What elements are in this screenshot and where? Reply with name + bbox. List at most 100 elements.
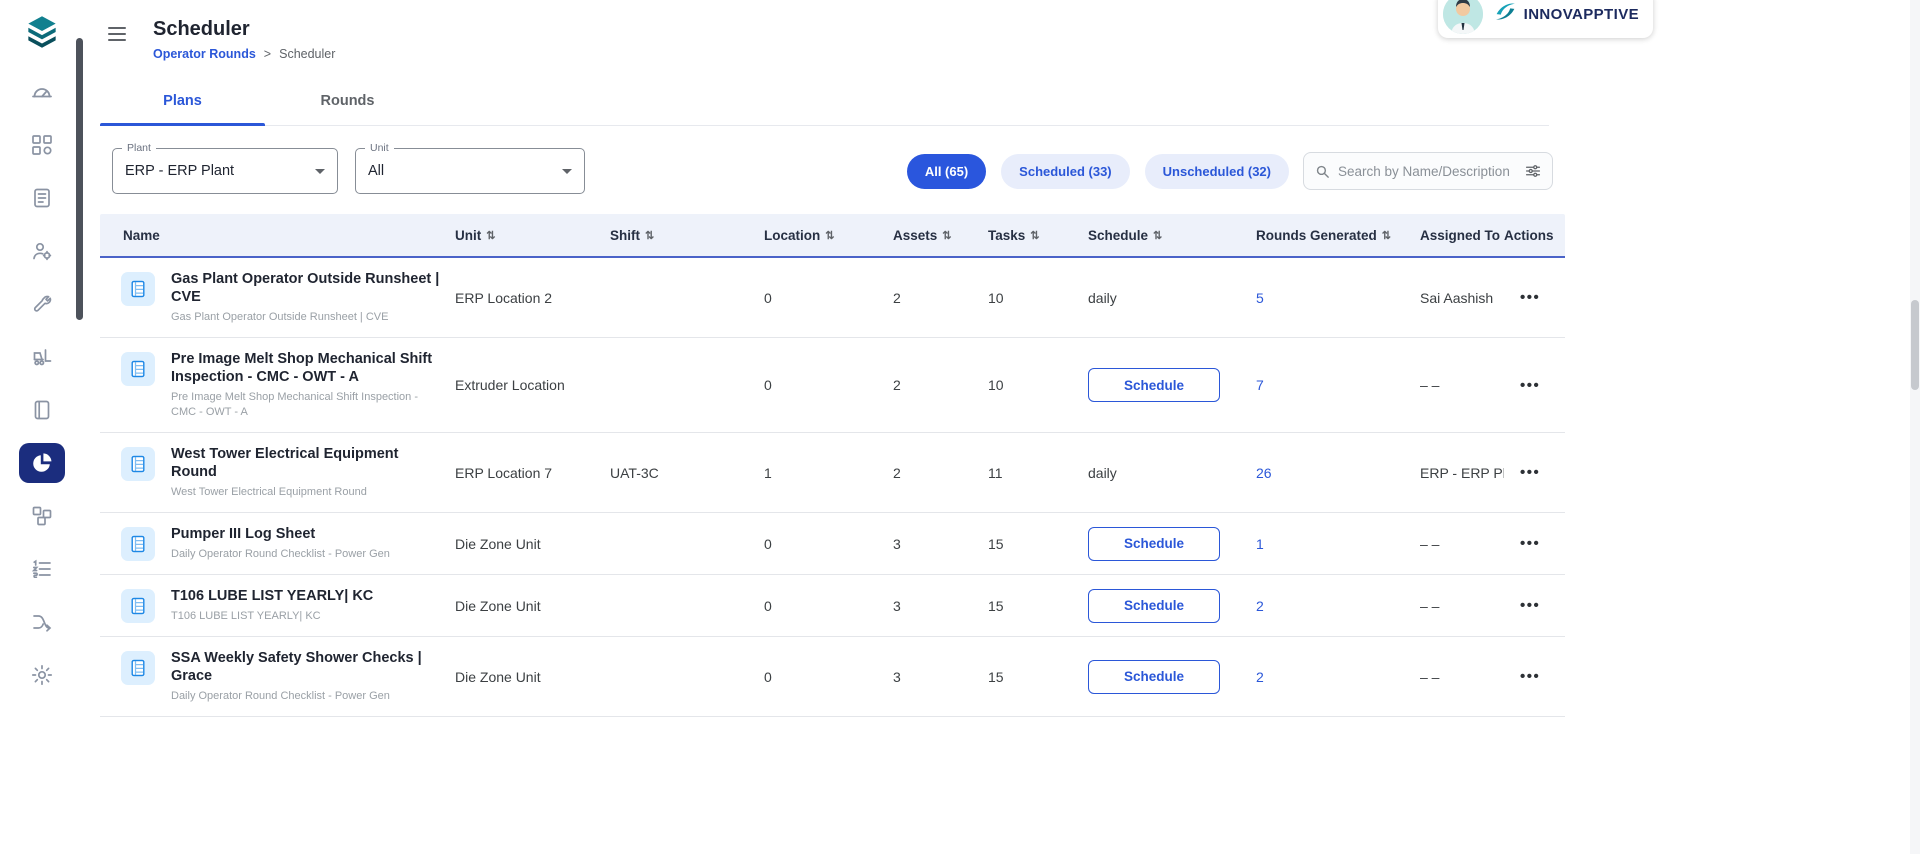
forklift-icon[interactable] [19,337,65,377]
sort-icon[interactable]: ⇅ [825,229,834,242]
column-header-actions: Actions [1504,228,1565,243]
tasks-cell: 11 [988,465,1088,481]
settings-gear-icon[interactable] [19,655,65,695]
filter-chip-unscheduled-32[interactable]: Unscheduled (32) [1145,154,1289,189]
workflow-icon[interactable] [19,602,65,642]
column-header-unit[interactable]: Unit⇅ [455,228,610,243]
search-icon [1314,163,1331,180]
round-name[interactable]: West Tower Electrical Equipment Round [171,445,443,481]
round-name[interactable]: SSA Weekly Safety Shower Checks | Grace [171,649,443,685]
column-header-rounds-generated[interactable]: Rounds Generated⇅ [1256,228,1420,243]
round-name[interactable]: Pre Image Melt Shop Mechanical Shift Ins… [171,350,443,386]
table-row: SSA Weekly Safety Shower Checks | Grace … [100,637,1565,717]
unit-select-label: Unit [365,142,394,154]
sort-icon[interactable]: ⇅ [645,229,654,242]
row-actions-menu[interactable]: ••• [1520,377,1540,394]
table-row: Pre Image Melt Shop Mechanical Shift Ins… [100,338,1565,433]
filter-chip-scheduled-33[interactable]: Scheduled (33) [1001,154,1129,189]
rounds-generated-link[interactable]: 7 [1256,377,1264,393]
sidebar-scrollbar-thumb[interactable] [76,38,83,320]
assigned-to-cell: ERP - ERP Pla [1420,465,1504,481]
round-name[interactable]: Pumper III Log Sheet [171,525,390,543]
schedule-button[interactable]: Schedule [1088,527,1220,561]
tasks-cell: 10 [988,290,1088,306]
round-description: Pre Image Melt Shop Mechanical Shift Ins… [171,390,443,420]
tab-rounds[interactable]: Rounds [265,77,430,125]
round-file-icon [121,272,155,306]
chevron-down-icon [562,169,572,174]
notebook-icon[interactable] [19,390,65,430]
scheduler-pie-icon[interactable] [19,443,65,483]
unit-cell: Extruder Location [455,377,610,393]
unit-cell: Die Zone Unit [455,669,610,685]
location-cell: 0 [764,598,893,614]
rounds-generated-link[interactable]: 26 [1256,465,1272,481]
widgets-icon[interactable] [19,125,65,165]
rounds-generated-link[interactable]: 5 [1256,290,1264,306]
menu-toggle-button[interactable] [105,22,129,49]
round-description: T106 LUBE LIST YEARLY| KC [171,609,373,624]
breadcrumb-operator-rounds-link[interactable]: Operator Rounds [153,47,256,61]
round-description: Gas Plant Operator Outside Runsheet | CV… [171,310,443,325]
location-cell: 0 [764,377,893,393]
schedule-button[interactable]: Schedule [1088,589,1220,623]
app-logo-icon [20,10,64,54]
schedule-frequency: daily [1088,290,1117,306]
tab-plans[interactable]: Plans [100,77,265,125]
brand-logo-icon [1493,0,1518,29]
integration-icon[interactable] [19,496,65,536]
column-header-location[interactable]: Location⇅ [764,228,893,243]
plant-select-value: ERP - ERP Plant [125,163,234,179]
plans-table: NameUnit⇅Shift⇅Location⇅Assets⇅Tasks⇅Sch… [100,214,1565,717]
assets-cell: 2 [893,290,988,306]
page-scrollbar-thumb[interactable] [1911,300,1919,390]
user-avatar[interactable] [1443,0,1483,34]
breadcrumb-separator: > [264,47,271,61]
form-icon[interactable] [19,178,65,218]
plant-select[interactable]: Plant ERP - ERP Plant [112,148,338,194]
schedule-button[interactable]: Schedule [1088,660,1220,694]
row-actions-menu[interactable]: ••• [1520,597,1540,614]
column-header-shift[interactable]: Shift⇅ [610,228,764,243]
row-actions-menu[interactable]: ••• [1520,289,1540,306]
sort-icon[interactable]: ⇅ [942,229,951,242]
page-scrollbar-track[interactable] [1910,0,1920,854]
assets-cell: 3 [893,598,988,614]
sort-icon[interactable]: ⇅ [1030,229,1039,242]
unit-select[interactable]: Unit All [355,148,585,194]
sort-icon[interactable]: ⇅ [1153,229,1162,242]
tasks-cell: 15 [988,598,1088,614]
column-header-schedule[interactable]: Schedule⇅ [1088,228,1256,243]
assigned-to-cell: – – [1420,669,1504,685]
column-header-tasks[interactable]: Tasks⇅ [988,228,1088,243]
sort-icon[interactable]: ⇅ [486,229,495,242]
round-name[interactable]: Gas Plant Operator Outside Runsheet | CV… [171,270,443,306]
search-input[interactable] [1338,164,1517,179]
plant-select-label: Plant [122,142,156,154]
schedule-cell: daily [1088,290,1256,306]
filter-chip-all-65[interactable]: All (65) [907,154,986,189]
shift-cell: UAT-3C [610,465,764,481]
tools-icon[interactable] [19,284,65,324]
location-cell: 1 [764,465,893,481]
unit-cell: Die Zone Unit [455,598,610,614]
app-window: Scheduler Operator Rounds > Scheduler [0,0,1920,854]
round-name[interactable]: T106 LUBE LIST YEARLY| KC [171,587,373,605]
schedule-frequency: daily [1088,465,1117,481]
round-file-icon [121,651,155,685]
numbered-list-icon[interactable] [19,549,65,589]
rounds-generated-link[interactable]: 1 [1256,536,1264,552]
schedule-button[interactable]: Schedule [1088,368,1220,402]
tune-filter-icon[interactable] [1524,162,1542,180]
gauge-icon[interactable] [19,72,65,112]
row-actions-menu[interactable]: ••• [1520,535,1540,552]
rounds-generated-link[interactable]: 2 [1256,598,1264,614]
schedule-cell: Schedule [1088,660,1256,694]
sort-icon[interactable]: ⇅ [1382,229,1391,242]
rounds-generated-link[interactable]: 2 [1256,669,1264,685]
unit-select-value: All [368,163,384,179]
row-actions-menu[interactable]: ••• [1520,668,1540,685]
user-settings-icon[interactable] [19,231,65,271]
column-header-assets[interactable]: Assets⇅ [893,228,988,243]
row-actions-menu[interactable]: ••• [1520,464,1540,481]
